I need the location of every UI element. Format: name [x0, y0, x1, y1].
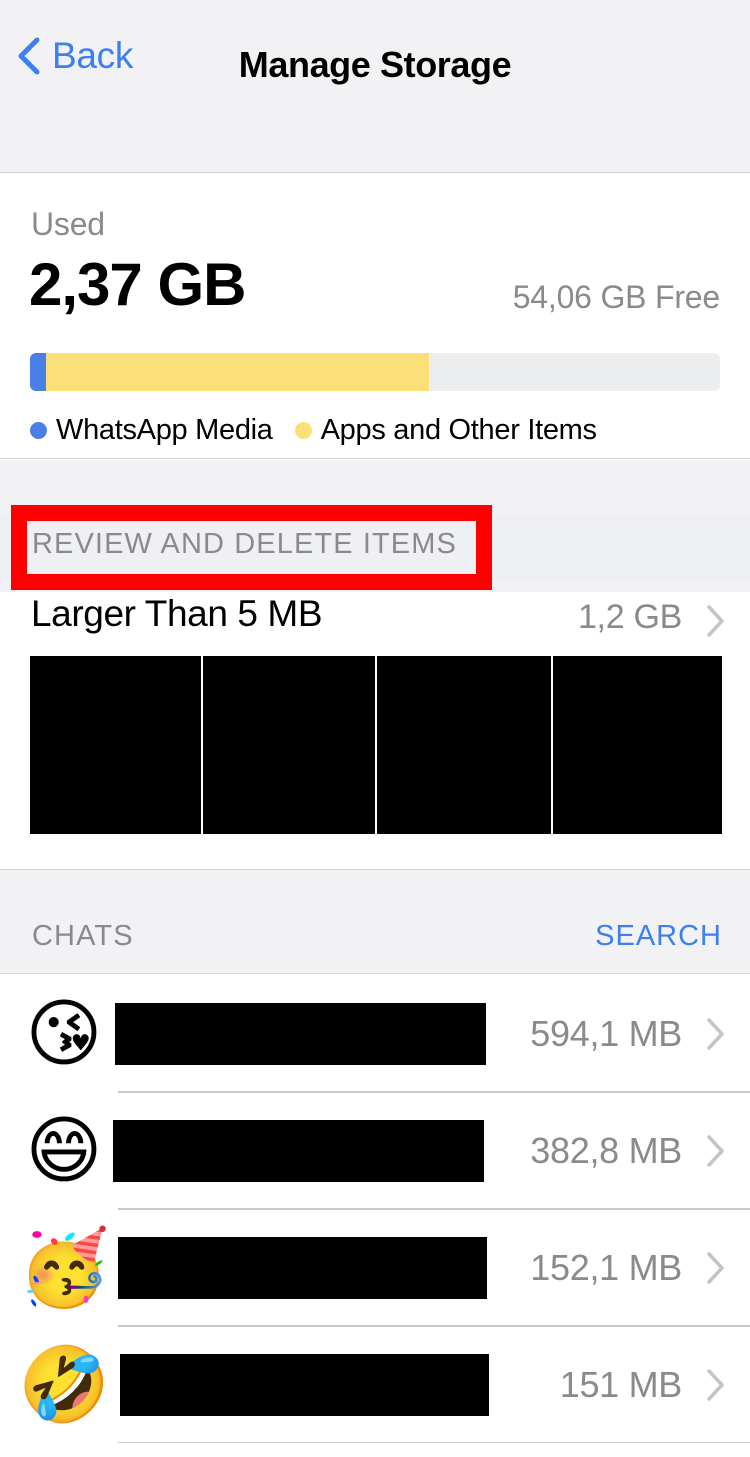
chat-row[interactable]: 🤣 151 MB — [0, 1326, 750, 1443]
chats-section-header: CHATS SEARCH — [0, 869, 750, 974]
legend-label: Apps and Other Items — [320, 414, 597, 446]
media-thumbnail-redacted[interactable] — [30, 656, 201, 834]
free-space-value: 54,06 GB Free — [512, 279, 720, 315]
usage-bar-segment — [45, 353, 429, 391]
media-thumbnail-redacted[interactable] — [553, 656, 722, 834]
media-thumbnail-redacted[interactable] — [377, 656, 552, 834]
chat-size-value: 152,1 MB — [530, 1246, 682, 1288]
chat-name-redacted — [118, 1236, 487, 1299]
chat-list: 😘 594,1 MB 😄 382,8 MB 🥳 152,1 MB 🤣 151 MB — [0, 975, 750, 1443]
navigation-bar: Back Manage Storage — [0, 0, 750, 173]
search-button[interactable]: SEARCH — [595, 920, 722, 953]
manage-storage-screen: Back Manage Storage Used 2,37 GB 54,06 G… — [0, 0, 750, 1457]
legend-dot-icon — [30, 422, 47, 439]
chevron-right-icon — [707, 1017, 724, 1050]
larger-than-5mb-value: 1,2 GB — [577, 598, 682, 636]
face-blowing-a-kiss-emoji: 😘 — [25, 990, 103, 1077]
review-and-delete-header-label: REVIEW AND DELETE ITEMS — [32, 528, 457, 560]
storage-summary: Used 2,37 GB 54,06 GB Free WhatsApp Medi… — [0, 174, 750, 459]
chats-label: CHATS — [32, 920, 134, 952]
chat-size-value: 382,8 MB — [530, 1129, 682, 1171]
chevron-right-icon — [707, 1368, 724, 1401]
legend-dot-icon — [294, 422, 312, 439]
legend-item: WhatsApp Media — [30, 414, 273, 447]
chevron-right-icon — [707, 1134, 724, 1167]
usage-bar-segment — [30, 353, 46, 391]
chevron-right-icon — [707, 605, 724, 637]
used-value: 2,37 GB — [29, 251, 246, 318]
chat-size-value: 594,1 MB — [530, 1012, 682, 1054]
legend-label: WhatsApp Media — [56, 414, 273, 446]
chat-name-redacted — [115, 1002, 486, 1065]
chat-name-redacted — [120, 1353, 489, 1416]
media-thumbnail-redacted[interactable] — [202, 656, 375, 834]
chat-size-value: 151 MB — [559, 1363, 683, 1405]
chat-row[interactable]: 🥳 152,1 MB — [0, 1209, 750, 1326]
chat-name-redacted — [113, 1119, 484, 1182]
usage-bar-segment — [428, 353, 720, 391]
rolling-on-the-floor-laughing-emoji: 🤣 — [18, 1341, 111, 1428]
grinning-face-with-smiling-eyes-emoji: 😄 — [25, 1107, 103, 1194]
larger-than-5mb-row[interactable]: Larger Than 5 MB 1,2 GB — [0, 592, 750, 650]
storage-usage-bar — [30, 353, 720, 391]
chat-row[interactable]: 😘 594,1 MB — [0, 975, 750, 1092]
media-thumbnail-strip[interactable] — [30, 656, 722, 834]
storage-legend: WhatsApp Media Apps and Other Items — [30, 414, 597, 447]
larger-than-5mb-title: Larger Than 5 MB — [31, 593, 323, 634]
chat-row[interactable]: 😄 382,8 MB — [0, 1092, 750, 1209]
page-title: Manage Storage — [238, 44, 512, 85]
chevron-right-icon — [707, 1251, 724, 1284]
legend-item: Apps and Other Items — [294, 414, 597, 447]
partying-face-emoji: 🥳 — [18, 1224, 111, 1311]
used-label: Used — [31, 206, 105, 242]
